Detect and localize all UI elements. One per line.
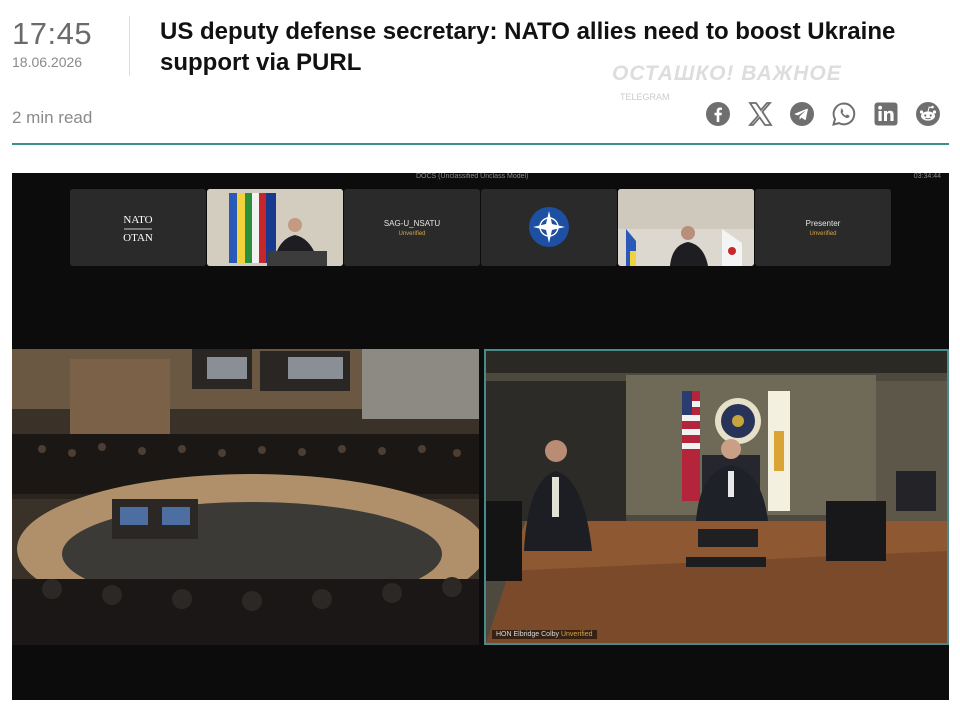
video-frame[interactable]: DOCS (Unclassified Unclass Model) 03:34:…: [12, 173, 949, 700]
participant-tile-sag: SAG-U_NSATU Unverified: [344, 189, 480, 266]
whatsapp-share-button[interactable]: [830, 100, 858, 128]
header-divider-rule: [12, 143, 949, 145]
facebook-icon: [706, 102, 730, 126]
publish-date: 18.06.2026: [12, 54, 83, 70]
x-icon: [748, 102, 773, 126]
participant-status: Unverified: [398, 231, 426, 237]
nato-logo: NATO OTAN: [116, 209, 160, 245]
linkedin-share-button[interactable]: [872, 100, 900, 128]
svg-text:NATO: NATO: [123, 214, 152, 226]
video-topbar-clock: 03:34:44: [913, 173, 941, 180]
linkedin-icon: [874, 102, 898, 126]
watermark-text: ОСТАШКО! ВАЖНОЕ: [612, 62, 842, 85]
whatsapp-icon: [832, 102, 856, 126]
speaker-status: Unverified: [560, 631, 593, 638]
timestamp-block: 17:45 18.06.2026: [12, 16, 92, 70]
conference-room-video: [12, 349, 487, 645]
read-time: 2 min read: [12, 108, 93, 127]
participant-status: Unverified: [809, 231, 837, 237]
speaker-scene: [486, 351, 947, 643]
participant-tile-presenter: Presenter Unverified: [755, 189, 891, 266]
participant-name: SAG-U_NSATU: [383, 219, 441, 228]
participant-name: Presenter: [805, 219, 841, 228]
telegram-share-button[interactable]: [788, 100, 816, 128]
share-bar: [704, 100, 942, 128]
video-topbar: DOCS (Unclassified Unclass Model) 03:34:…: [12, 173, 949, 185]
participant-tile-nato-emblem: [481, 189, 617, 266]
japan-video-thumbnail: [618, 189, 754, 266]
facebook-share-button[interactable]: [704, 100, 732, 128]
speaker-name-tag: HON Elbridge Colby Unverified: [492, 630, 597, 639]
participant-tile-chair: [207, 189, 343, 266]
participant-tile-japan: [618, 189, 754, 266]
svg-text:OTAN: OTAN: [123, 232, 153, 244]
nato-star-icon: [481, 189, 617, 266]
publish-time: 17:45: [12, 16, 93, 51]
chair-video-thumbnail: [207, 189, 343, 266]
reddit-icon: [916, 102, 940, 126]
x-share-button[interactable]: [746, 100, 774, 128]
video-topbar-title: DOCS (Unclassified Unclass Model): [416, 173, 529, 180]
speaker-video: HON Elbridge Colby Unverified: [484, 349, 949, 645]
participant-tile-nato: NATO OTAN: [70, 189, 206, 266]
speaker-name: HON Elbridge Colby: [496, 631, 560, 638]
reddit-share-button[interactable]: [914, 100, 942, 128]
telegram-icon: [790, 102, 814, 126]
header-divider: [129, 16, 130, 76]
watermark-subtext: TELEGRAM: [620, 92, 670, 102]
conference-room-scene: [12, 349, 487, 645]
